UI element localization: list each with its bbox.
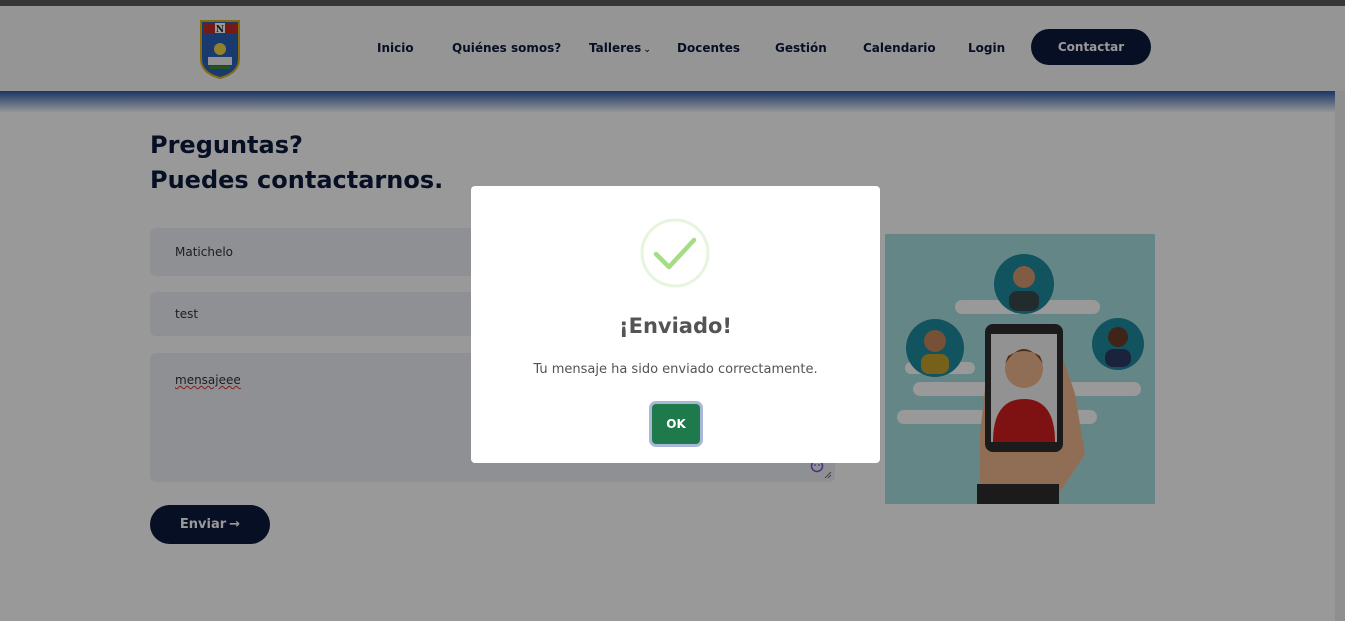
ok-button[interactable]: OK [652, 404, 700, 444]
success-dialog: ¡Enviado! Tu mensaje ha sido enviado cor… [471, 186, 880, 463]
checkmark-icon [640, 218, 710, 288]
dialog-title: ¡Enviado! [619, 314, 732, 338]
dialog-message: Tu mensaje ha sido enviado correctamente… [533, 362, 818, 377]
